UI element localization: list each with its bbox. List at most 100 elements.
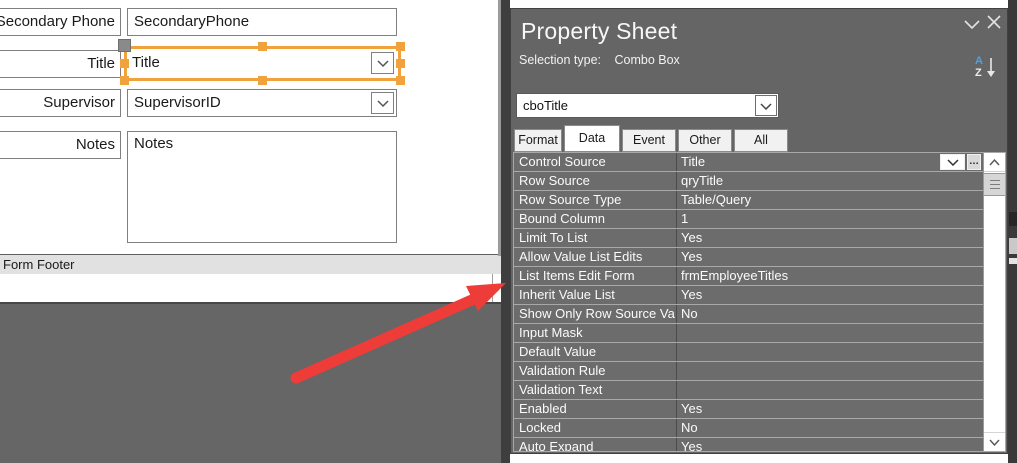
property-value[interactable]: Yes bbox=[677, 400, 983, 418]
property-value-text: No bbox=[681, 306, 698, 321]
property-value[interactable]: Yes bbox=[677, 229, 983, 247]
tab-other[interactable]: Other bbox=[678, 129, 732, 152]
property-value[interactable]: qryTitle bbox=[677, 172, 983, 190]
property-value-text: qryTitle bbox=[681, 173, 724, 188]
sort-az-icon[interactable]: A Z bbox=[973, 55, 999, 84]
tab-all[interactable]: All bbox=[734, 129, 788, 152]
combobox-title-value: Title bbox=[132, 54, 160, 71]
tab-data[interactable]: Data bbox=[564, 125, 620, 152]
resize-handle-top[interactable] bbox=[258, 42, 267, 51]
property-row[interactable]: Show Only Row Source Va No bbox=[514, 305, 983, 324]
property-row[interactable]: Inherit Value List Yes bbox=[514, 286, 983, 305]
property-value[interactable]: No bbox=[677, 419, 983, 437]
property-row[interactable]: Row Source Type Table/Query bbox=[514, 191, 983, 210]
resize-handle-right[interactable] bbox=[396, 59, 405, 68]
property-value[interactable]: No bbox=[677, 305, 983, 323]
builder-ellipsis-button[interactable]: … bbox=[967, 154, 981, 170]
property-value[interactable] bbox=[677, 324, 983, 342]
resize-handle-bottom-left[interactable] bbox=[120, 76, 129, 85]
property-name: Show Only Row Source Va bbox=[514, 305, 677, 323]
resize-handle-left[interactable] bbox=[120, 59, 129, 68]
property-row[interactable]: Bound Column 1 bbox=[514, 210, 983, 229]
property-value-text: Yes bbox=[681, 439, 703, 452]
property-name: Auto Expand bbox=[514, 438, 677, 451]
property-value[interactable]: Yes bbox=[677, 286, 983, 304]
combo-dropdown-button[interactable] bbox=[371, 52, 394, 74]
property-name: Enabled bbox=[514, 400, 677, 418]
background-window-strip bbox=[1008, 0, 1017, 463]
scroll-down-button[interactable] bbox=[984, 432, 1005, 451]
move-handle[interactable] bbox=[118, 39, 131, 52]
object-selector-combo[interactable]: cboTitle bbox=[516, 93, 779, 118]
property-row[interactable]: List Items Edit Form frmEmployeeTitles bbox=[514, 267, 983, 286]
background-fragment bbox=[1009, 238, 1017, 254]
property-grid-scrollbar[interactable] bbox=[983, 153, 1005, 451]
property-row[interactable]: Locked No bbox=[514, 419, 983, 438]
property-value[interactable]: 1 bbox=[677, 210, 983, 228]
property-value-text: Yes bbox=[681, 401, 703, 416]
combo-dropdown-button[interactable] bbox=[755, 95, 777, 116]
combo-dropdown-button[interactable] bbox=[371, 92, 394, 114]
sort-letter-a: A bbox=[975, 55, 983, 67]
property-name: Locked bbox=[514, 419, 677, 437]
property-value[interactable]: Yes bbox=[677, 248, 983, 266]
property-name: Control Source bbox=[514, 153, 677, 171]
scroll-up-button[interactable] bbox=[984, 153, 1005, 172]
chevron-down-icon bbox=[376, 49, 389, 77]
form-footer-section bbox=[0, 274, 501, 304]
chevron-down-icon bbox=[760, 94, 772, 117]
resize-handle-bottom-right[interactable] bbox=[396, 76, 405, 85]
label-secondary-phone[interactable]: Secondary Phone bbox=[0, 8, 121, 36]
background-fragment bbox=[1009, 212, 1017, 226]
section-edge-line bbox=[492, 274, 493, 302]
property-row[interactable]: Limit To List Yes bbox=[514, 229, 983, 248]
property-name: Default Value bbox=[514, 343, 677, 361]
value-dropdown-button[interactable] bbox=[940, 154, 965, 170]
property-name: Validation Rule bbox=[514, 362, 677, 380]
tab-event[interactable]: Event bbox=[622, 129, 676, 152]
textbox-notes[interactable]: Notes bbox=[127, 131, 397, 243]
sort-letter-z: Z bbox=[975, 67, 982, 79]
label-notes[interactable]: Notes bbox=[0, 131, 121, 159]
property-value[interactable]: Table/Query bbox=[677, 191, 983, 209]
property-row[interactable]: Row Source qryTitle bbox=[514, 172, 983, 191]
selection-type-value: Combo Box bbox=[614, 53, 680, 67]
property-row[interactable]: Validation Text bbox=[514, 381, 983, 400]
window-gap-strip bbox=[501, 0, 510, 463]
selection-type-line: Selection type: Combo Box bbox=[519, 53, 680, 67]
panel-collapse-button[interactable] bbox=[963, 18, 981, 32]
property-row[interactable]: Validation Rule bbox=[514, 362, 983, 381]
selection-type-label: Selection type: bbox=[519, 53, 601, 67]
label-supervisor[interactable]: Supervisor bbox=[0, 89, 121, 117]
property-value[interactable]: frmEmployeeTitles bbox=[677, 267, 983, 285]
panel-close-button[interactable] bbox=[985, 14, 1003, 33]
property-sheet-panel: Property Sheet Selection type: Combo Box… bbox=[510, 8, 1008, 454]
property-grid: Control Source Title… Row Source qryTitle Ro… bbox=[513, 152, 1006, 452]
property-name: Row Source Type bbox=[514, 191, 677, 209]
property-row[interactable]: Input Mask bbox=[514, 324, 983, 343]
form-footer-section-bar[interactable]: Form Footer bbox=[0, 254, 501, 274]
property-value-text: Yes bbox=[681, 230, 703, 245]
resize-handle-top-right[interactable] bbox=[396, 42, 405, 51]
property-row[interactable]: Auto Expand Yes bbox=[514, 438, 983, 452]
combobox-supervisor[interactable]: SupervisorID bbox=[127, 89, 397, 117]
chevron-down-icon bbox=[376, 90, 389, 116]
textbox-secondary-phone[interactable]: SecondaryPhone bbox=[127, 8, 397, 36]
resize-handle-bottom[interactable] bbox=[258, 76, 267, 85]
property-name: Validation Text bbox=[514, 381, 677, 399]
property-row[interactable]: Enabled Yes bbox=[514, 400, 983, 419]
label-title[interactable]: Title bbox=[0, 50, 121, 78]
property-row[interactable]: Control Source Title… bbox=[514, 153, 983, 172]
chevron-down-icon bbox=[989, 433, 1000, 451]
property-value[interactable] bbox=[677, 381, 983, 399]
property-row[interactable]: Default Value bbox=[514, 343, 983, 362]
property-value[interactable] bbox=[677, 362, 983, 380]
object-selector-value: cboTitle bbox=[523, 98, 569, 113]
property-row[interactable]: Allow Value List Edits Yes bbox=[514, 248, 983, 267]
scrollbar-thumb[interactable] bbox=[984, 173, 1005, 196]
tab-format[interactable]: Format bbox=[514, 129, 562, 152]
sort-down-arrow-icon bbox=[986, 57, 996, 84]
property-value[interactable] bbox=[677, 343, 983, 361]
property-value[interactable]: Title… bbox=[677, 153, 983, 171]
property-value[interactable]: Yes bbox=[677, 438, 983, 452]
